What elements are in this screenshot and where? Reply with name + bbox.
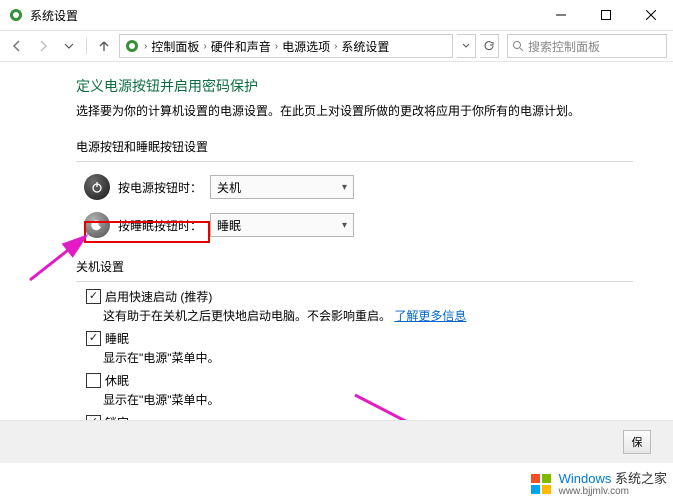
sleep-button-label: 按睡眠按钮时： — [118, 217, 202, 234]
page-heading: 定义电源按钮并启用密码保护 — [76, 76, 633, 96]
fast-startup-checkbox[interactable] — [86, 289, 101, 304]
hibernate-sub: 显示在"电源"菜单中。 — [103, 391, 633, 408]
power-button-select[interactable]: 关机 ▾ — [210, 175, 354, 199]
chevron-right-icon: › — [273, 41, 280, 52]
window-title: 系统设置 — [30, 7, 78, 24]
power-button-value: 关机 — [217, 179, 241, 196]
fast-startup-sub: 这有助于在关机之后更快地启动电脑。不会影响重启。 了解更多信息 — [103, 307, 633, 324]
breadcrumb-item[interactable]: 电源选项 — [282, 38, 330, 55]
refresh-button[interactable] — [480, 34, 499, 58]
fast-startup-label: 启用快速启动 (推荐) — [105, 288, 212, 305]
hibernate-checkbox[interactable] — [86, 373, 101, 388]
power-button-label: 按电源按钮时： — [118, 179, 202, 196]
watermark: Windows 系统之家 www.bjjmlv.com — [529, 472, 667, 497]
watermark-brand: Windows 系统之家 — [559, 472, 667, 486]
section-title-buttons: 电源按钮和睡眠按钮设置 — [76, 138, 633, 155]
chevron-down-icon: ▾ — [342, 220, 347, 231]
nav-recent-button[interactable] — [58, 35, 80, 57]
save-button[interactable]: 保 — [623, 430, 651, 454]
search-input[interactable]: 搜索控制面板 — [507, 34, 667, 58]
search-icon — [512, 40, 524, 52]
breadcrumb[interactable]: › 控制面板 › 硬件和声音 › 电源选项 › 系统设置 — [119, 34, 453, 58]
sleep-sub: 显示在"电源"菜单中。 — [103, 349, 633, 366]
breadcrumb-item[interactable]: 系统设置 — [341, 38, 389, 55]
sleep-label: 睡眠 — [105, 330, 129, 347]
watermark-url: www.bjjmlv.com — [559, 486, 667, 497]
hibernate-label: 休眠 — [105, 372, 129, 389]
sleep-checkbox[interactable] — [86, 331, 101, 346]
sleep-button-select[interactable]: 睡眠 ▾ — [210, 213, 354, 237]
nav-up-button[interactable] — [93, 35, 115, 57]
page-description: 选择要为你的计算机设置的电源设置。在此页上对设置所做的更改将应用于你所有的电源计… — [76, 102, 633, 120]
breadcrumb-item[interactable]: 硬件和声音 — [211, 38, 271, 55]
search-placeholder: 搜索控制面板 — [528, 38, 600, 55]
sleep-icon — [84, 212, 110, 238]
chevron-right-icon: › — [201, 41, 208, 52]
chevron-right-icon: › — [142, 41, 149, 52]
breadcrumb-icon — [124, 38, 140, 54]
chevron-right-icon: › — [332, 41, 339, 52]
section-title-shutdown: 关机设置 — [76, 258, 633, 275]
minimize-button[interactable] — [538, 0, 583, 30]
maximize-button[interactable] — [583, 0, 628, 30]
breadcrumb-dropdown-button[interactable] — [457, 34, 476, 58]
close-button[interactable] — [628, 0, 673, 30]
separator — [86, 38, 87, 54]
learn-more-link[interactable]: 了解更多信息 — [394, 309, 466, 323]
watermark-logo-icon — [529, 472, 553, 496]
app-icon — [8, 7, 24, 23]
divider — [76, 281, 633, 282]
nav-forward-button[interactable] — [32, 35, 54, 57]
divider — [76, 161, 633, 162]
nav-back-button[interactable] — [6, 35, 28, 57]
chevron-down-icon: ▾ — [342, 182, 347, 193]
breadcrumb-item[interactable]: 控制面板 — [151, 38, 199, 55]
sleep-button-value: 睡眠 — [217, 217, 241, 234]
power-icon — [84, 174, 110, 200]
